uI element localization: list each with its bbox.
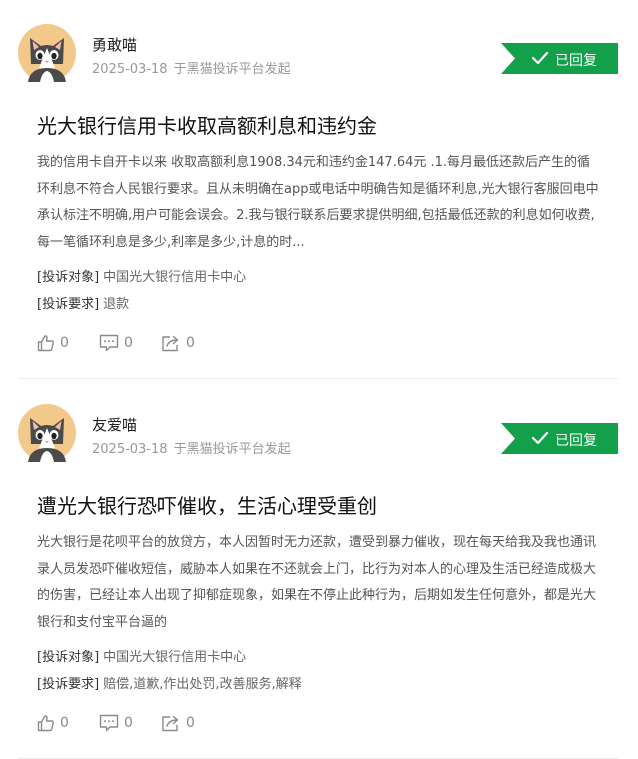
like-count: 0 xyxy=(60,335,69,351)
status-label: 已回复 xyxy=(555,53,597,69)
complaint-target-value[interactable]: 中国光大银行信用卡中心 xyxy=(103,650,246,665)
complaint-demand: [投诉要求] 退款 xyxy=(37,293,129,312)
post-date: 2025-03-18 xyxy=(92,62,168,77)
comment-button[interactable]: 0 xyxy=(99,713,133,733)
comment-icon xyxy=(99,334,119,352)
comment-button[interactable]: 0 xyxy=(99,333,133,353)
complaint-demand-label: [投诉要求] xyxy=(37,677,100,692)
replied-status-badge: 已回复 xyxy=(501,43,618,74)
share-count: 0 xyxy=(186,335,195,351)
share-icon xyxy=(162,335,179,352)
complaint-demand-value: 退款 xyxy=(103,297,130,312)
post-source: 于黑猫投诉平台发起 xyxy=(173,442,291,457)
thumbs-up-icon xyxy=(37,715,54,732)
replied-status-badge: 已回复 xyxy=(501,423,618,454)
like-button[interactable]: 0 xyxy=(37,333,69,353)
like-count: 0 xyxy=(60,715,69,731)
comment-count: 0 xyxy=(124,715,133,731)
complaint-demand-value: 赔偿,道歉,作出处罚,改善服务,解释 xyxy=(103,677,302,692)
complaint-card[interactable]: 勇敢喵 2025-03-18 于黑猫投诉平台发起 已回复 光大银行信用卡收取高额利… xyxy=(0,0,638,380)
share-button[interactable]: 0 xyxy=(161,333,195,353)
post-title[interactable]: 光大银行信用卡收取高额利息和违约金 xyxy=(37,110,377,139)
share-count: 0 xyxy=(186,715,195,731)
check-icon xyxy=(531,431,549,445)
complaint-target: [投诉对象] 中国光大银行信用卡中心 xyxy=(37,646,246,665)
complaint-target-label: [投诉对象] xyxy=(37,270,100,285)
like-button[interactable]: 0 xyxy=(37,713,69,733)
post-meta: 2025-03-18 于黑猫投诉平台发起 xyxy=(92,58,291,77)
post-date: 2025-03-18 xyxy=(92,442,168,457)
thumbs-up-icon xyxy=(37,335,54,352)
cat-avatar-icon[interactable] xyxy=(18,24,76,82)
comment-count: 0 xyxy=(124,335,133,351)
username[interactable]: 勇敢喵 xyxy=(92,34,137,55)
post-meta: 2025-03-18 于黑猫投诉平台发起 xyxy=(92,438,291,457)
complaint-card[interactable]: 友爱喵 2025-03-18 于黑猫投诉平台发起 已回复 遭光大银行恐吓催收，生活… xyxy=(0,380,638,759)
comment-icon xyxy=(99,714,119,732)
complaint-target: [投诉对象] 中国光大银行信用卡中心 xyxy=(37,266,246,285)
complaint-target-label: [投诉对象] xyxy=(37,650,100,665)
post-title[interactable]: 遭光大银行恐吓催收，生活心理受重创 xyxy=(37,490,377,519)
post-source: 于黑猫投诉平台发起 xyxy=(173,62,291,77)
post-body[interactable]: 我的信用卡自开卡以来 收取高额利息1908.34元和违约金147.64元 .1.… xyxy=(37,150,602,256)
cat-avatar-icon[interactable] xyxy=(18,404,76,462)
divider xyxy=(18,378,618,379)
status-label: 已回复 xyxy=(555,433,597,449)
username[interactable]: 友爱喵 xyxy=(92,414,137,435)
complaint-demand: [投诉要求] 赔偿,道歉,作出处罚,改善服务,解释 xyxy=(37,673,302,692)
share-icon xyxy=(162,715,179,732)
post-body[interactable]: 光大银行是花呗平台的放贷方，本人因暂时无力还款，遭受到暴力催收，现在每天给我及我… xyxy=(37,530,602,636)
complaint-target-value[interactable]: 中国光大银行信用卡中心 xyxy=(103,270,246,285)
check-icon xyxy=(531,51,549,65)
complaint-demand-label: [投诉要求] xyxy=(37,297,100,312)
share-button[interactable]: 0 xyxy=(161,713,195,733)
